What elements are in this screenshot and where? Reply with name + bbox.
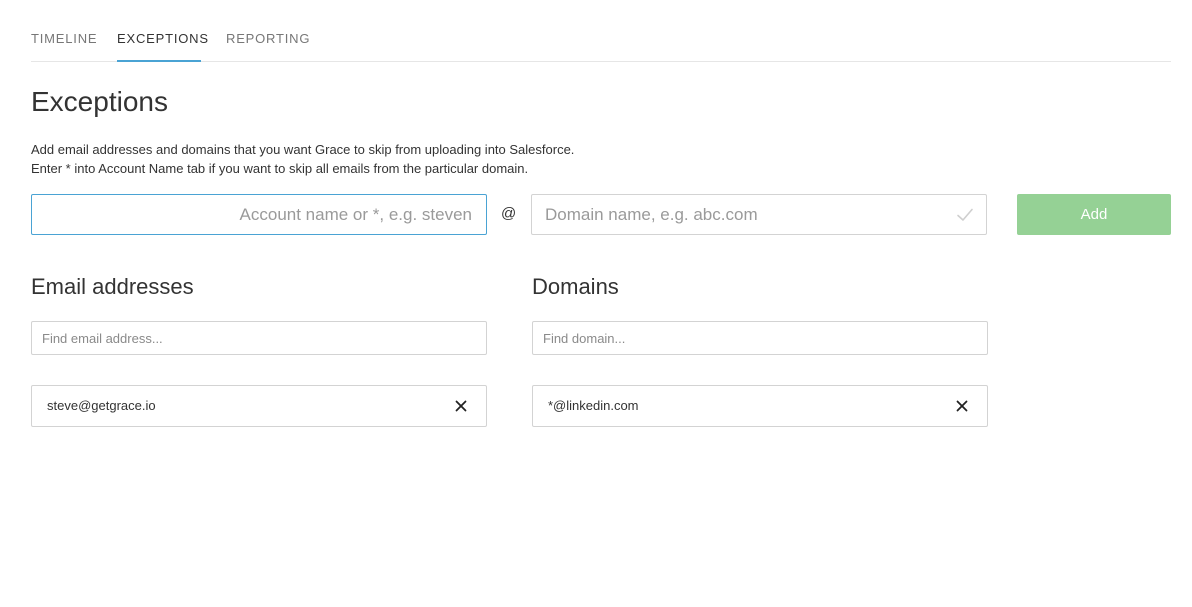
at-sign: @: [501, 205, 517, 222]
description-line-1: Add email addresses and domains that you…: [31, 142, 575, 157]
email-list-item: steve@getgrace.io: [31, 385, 487, 427]
email-addresses-title: Email addresses: [31, 274, 194, 299]
domains-title: Domains: [532, 274, 619, 299]
account-name-field: [31, 194, 487, 235]
domain-item-label: *@linkedin.com: [548, 398, 639, 413]
check-icon: [957, 208, 973, 221]
add-button[interactable]: Add: [1017, 194, 1171, 235]
tab-reporting[interactable]: REPORTING: [226, 31, 310, 46]
description-line-2: Enter * into Account Name tab if you wan…: [31, 161, 529, 176]
tab-exceptions[interactable]: EXCEPTIONS: [117, 31, 209, 46]
domain-name-field: [531, 194, 987, 235]
domain-list-item: *@linkedin.com: [532, 385, 988, 427]
email-search-input[interactable]: [32, 322, 486, 354]
close-icon[interactable]: [956, 400, 968, 412]
page-title: Exceptions: [31, 86, 168, 117]
email-item-label: steve@getgrace.io: [47, 398, 156, 413]
account-name-input[interactable]: [32, 195, 486, 234]
email-search-field: [31, 321, 487, 355]
active-tab-indicator: [117, 60, 201, 62]
exceptions-page: TIMELINE EXCEPTIONS REPORTING Exceptions…: [0, 0, 1192, 607]
tab-bar: TIMELINE EXCEPTIONS REPORTING: [31, 0, 1171, 62]
domain-search-field: [532, 321, 988, 355]
domain-search-input[interactable]: [533, 322, 987, 354]
domain-name-input[interactable]: [532, 195, 986, 234]
close-icon[interactable]: [455, 400, 467, 412]
tab-timeline[interactable]: TIMELINE: [31, 31, 97, 46]
